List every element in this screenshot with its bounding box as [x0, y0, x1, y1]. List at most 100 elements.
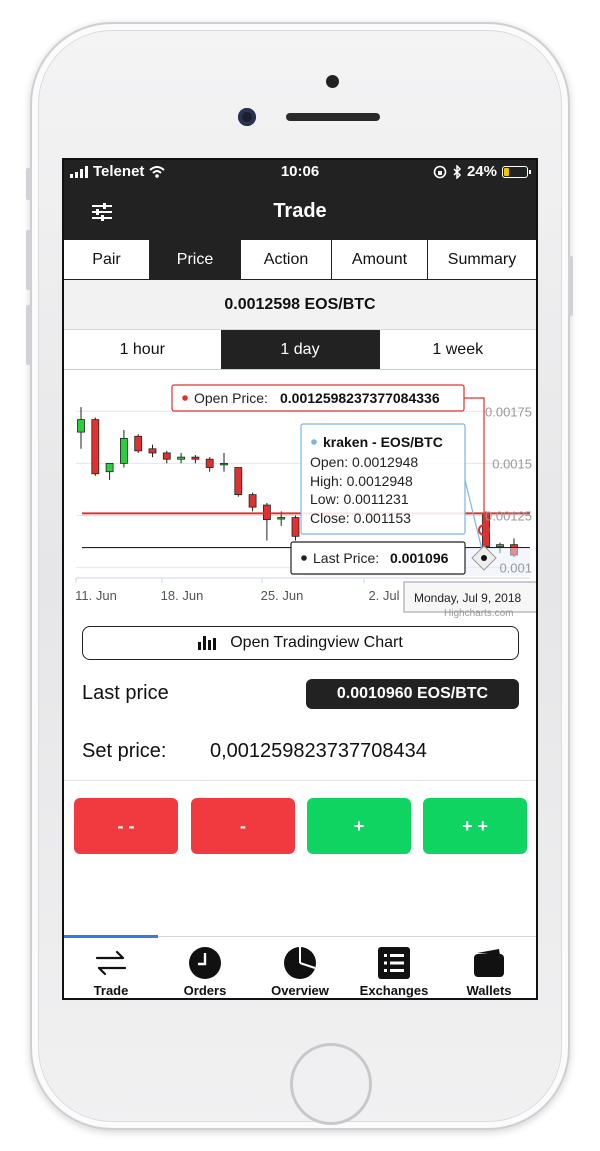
tooltip-open: Open: 0.0012948 — [310, 454, 418, 470]
candle-body — [105, 462, 114, 473]
chart-credit[interactable]: Highcharts.com — [444, 608, 513, 619]
last-price-tooltip-label: Last Price: — [313, 550, 379, 566]
y-tick-label: 0.001 — [499, 561, 532, 576]
battery-icon — [502, 165, 531, 178]
bluetooth-icon — [453, 164, 462, 179]
tab-action[interactable]: Action — [241, 240, 332, 279]
tab-summary[interactable]: Summary — [428, 240, 536, 279]
current-pair-price: 0.0012598 EOS/BTC — [64, 280, 536, 330]
tooltip-high: High: 0.0012948 — [310, 473, 413, 489]
tab-price[interactable]: Price — [150, 240, 241, 279]
orientation-lock-icon — [433, 165, 447, 178]
increase-large-button[interactable]: + + — [423, 798, 527, 854]
candle-body — [91, 419, 100, 475]
y-tick-label: 0.00175 — [485, 404, 532, 419]
page-title: Trade — [273, 200, 327, 222]
candle — [191, 455, 200, 464]
x-tick-label: 2. Jul — [368, 588, 399, 603]
bottom-tab-bar: Trade Orders Overview Exchanges Wallets — [64, 935, 536, 998]
volume-down-button — [26, 305, 31, 365]
pie-chart-icon — [284, 947, 316, 979]
tab-wallets-label: Wallets — [466, 983, 512, 998]
tab-orders[interactable]: Orders — [158, 937, 252, 998]
candle — [177, 452, 185, 464]
candle-body — [205, 458, 214, 468]
candle-body — [191, 456, 200, 460]
candle — [291, 515, 300, 541]
home-button[interactable] — [290, 1043, 372, 1125]
set-price-label: Set price: — [82, 740, 167, 762]
last-price-tooltip-value: 0.001096 — [390, 550, 449, 566]
last-price-tooltip: Last Price: 0.001096 — [290, 541, 466, 575]
candle — [248, 492, 257, 512]
tab-wallets[interactable]: Wallets — [442, 937, 536, 998]
candle — [120, 430, 128, 468]
tradingview-button-label: Open Tradingview Chart — [230, 634, 403, 651]
candle — [105, 462, 114, 481]
step-tabs: Pair Price Action Amount Summary — [64, 240, 536, 280]
last-price-badge: 0.0010960 EOS/BTC — [306, 679, 519, 709]
decrease-large-button[interactable]: - - — [74, 798, 178, 854]
candle — [162, 450, 171, 464]
candle-body — [120, 437, 128, 464]
candle — [262, 502, 271, 541]
candle-body — [277, 517, 286, 520]
open-price-connector — [464, 397, 485, 530]
candlestick-chart[interactable]: 0.00175 0.0015 0.00125 0.001 11. Jun 18. Jun 2… — [64, 370, 538, 625]
range-1-day[interactable]: 1 day — [220, 330, 380, 369]
set-price-value[interactable]: 0,001259823737708434 — [210, 740, 427, 763]
tab-amount[interactable]: Amount — [332, 240, 428, 279]
tab-trade[interactable]: Trade — [64, 937, 158, 998]
candle-body — [496, 544, 504, 548]
bar-chart-icon — [198, 636, 217, 650]
candle-body — [234, 467, 243, 496]
range-1-hour[interactable]: 1 hour — [64, 330, 221, 369]
decrease-button[interactable]: - — [191, 798, 295, 854]
status-bar: Telenet 10:06 24% — [64, 160, 536, 184]
price-chart[interactable]: 0.00175 0.0015 0.00125 0.001 11. Jun 18. Jun 2… — [64, 370, 538, 625]
candle-body — [262, 504, 271, 521]
tab-overview[interactable]: Overview — [253, 937, 347, 998]
candle-body — [291, 517, 300, 537]
x-tick-label: 18. Jun — [161, 588, 204, 603]
status-right: 24% — [433, 163, 531, 180]
nav-bar: Trade — [64, 184, 536, 240]
candle — [91, 417, 100, 476]
battery-percent: 24% — [466, 163, 497, 180]
tab-exchanges[interactable]: Exchanges — [347, 937, 441, 998]
y-tick-label: 0.00125 — [485, 508, 532, 523]
candle-body — [162, 452, 171, 460]
tab-trade-label: Trade — [93, 983, 129, 998]
tab-orders-label: Orders — [183, 983, 227, 998]
battery-level — [504, 167, 509, 176]
increase-button[interactable]: + — [307, 798, 411, 854]
range-tabs: 1 hour 1 day 1 week — [64, 330, 536, 370]
candle — [134, 434, 143, 453]
candle — [234, 467, 243, 497]
range-1-week[interactable]: 1 week — [380, 330, 537, 369]
clock-icon — [189, 947, 221, 979]
date-label: Monday, Jul 9, 2018 — [414, 591, 522, 605]
list-icon — [378, 947, 410, 979]
tab-pair[interactable]: Pair — [64, 240, 150, 279]
candle-body — [77, 419, 85, 433]
tab-overview-label: Overview — [271, 983, 329, 998]
app-screen: Telenet 10:06 24% Trade Pair Price Actio… — [62, 158, 538, 1000]
volume-up-button — [26, 230, 31, 290]
mute-switch — [26, 168, 31, 200]
power-button — [568, 256, 573, 316]
tooltip-low: Low: 0.0011231 — [310, 491, 409, 507]
x-tick-label: 25. Jun — [261, 588, 304, 603]
wallet-icon — [474, 949, 504, 977]
candle — [205, 457, 214, 472]
open-tradingview-button[interactable]: Open Tradingview Chart — [82, 626, 519, 660]
front-camera — [238, 108, 256, 126]
earpiece-speaker — [286, 113, 380, 121]
candle — [148, 444, 157, 458]
proximity-sensor — [326, 75, 339, 88]
y-tick-label: 0.0015 — [492, 456, 532, 471]
candle-body — [134, 435, 143, 452]
open-price-label: Open Price: — [194, 390, 268, 406]
open-price-tooltip: Open Price: 0.0012598237377084336 — [171, 384, 465, 412]
tooltip-close: Close: 0.001153 — [310, 510, 411, 526]
